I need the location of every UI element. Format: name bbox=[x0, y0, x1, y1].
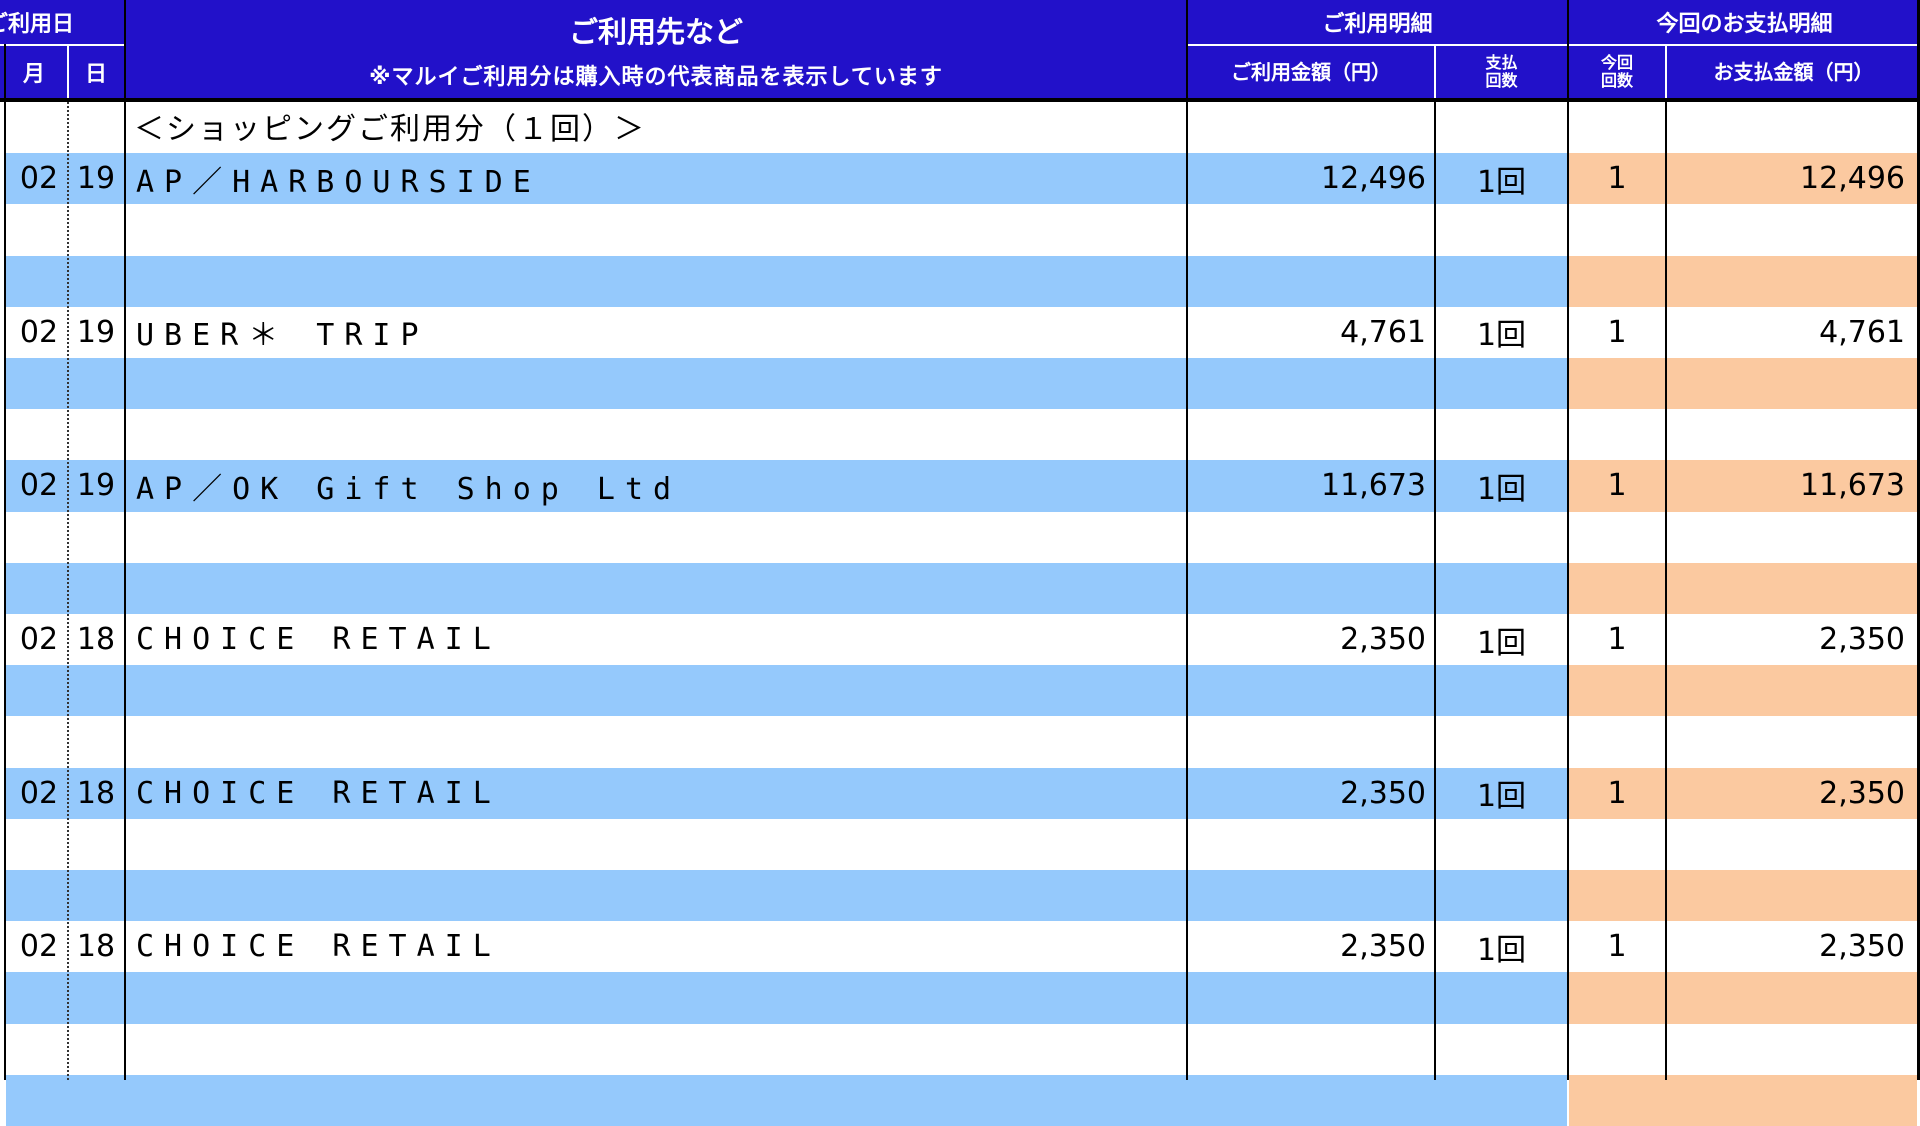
amount-cell: 4,761 bbox=[1340, 314, 1426, 350]
month-cell: 02 bbox=[19, 622, 59, 658]
header-this-count-line1: 今回 bbox=[1600, 53, 1633, 72]
header-usage-amount-label: ご利用金額（円） bbox=[1231, 60, 1391, 84]
header-separator bbox=[1569, 44, 1920, 46]
column-rule-this-count bbox=[1665, 102, 1667, 1080]
count-cell: 1 bbox=[1607, 161, 1627, 197]
count-cell: 1 bbox=[1607, 314, 1627, 350]
header-day-label: 日 bbox=[84, 62, 107, 87]
merchant-cell: AP／HARBOURSIDE bbox=[136, 164, 541, 200]
header-date-group: ご利用日 bbox=[0, 0, 124, 44]
month-cell: 02 bbox=[19, 468, 59, 504]
header-separator bbox=[1665, 46, 1667, 98]
header-month: 月 bbox=[0, 46, 68, 98]
row-band-orange bbox=[1569, 255, 1917, 307]
header-merchant-title: ご利用先など bbox=[568, 15, 743, 49]
header-payment-amount: お支払金額（円） bbox=[1667, 46, 1920, 98]
day-cell: 18 bbox=[76, 929, 116, 965]
merchant-cell: UBER＊ TRIP bbox=[136, 318, 429, 354]
column-rule-month-day bbox=[67, 102, 69, 1080]
installments-cell: 1回 bbox=[1476, 625, 1527, 661]
header-usage-group-label: ご利用明細 bbox=[1322, 12, 1433, 37]
count-cell: 1 bbox=[1607, 622, 1627, 658]
row-band-blue bbox=[6, 665, 1567, 717]
header-installments-line2: 回数 bbox=[1485, 71, 1518, 90]
row-band-orange bbox=[1569, 562, 1917, 614]
row-band-orange bbox=[1569, 1074, 1917, 1126]
header-separator bbox=[1188, 44, 1567, 46]
row-band-blue bbox=[6, 358, 1567, 410]
merchant-cell: AP／OK Gift Shop Ltd bbox=[136, 471, 682, 507]
row-band-orange bbox=[1569, 972, 1917, 1024]
header-usage-amount: ご利用金額（円） bbox=[1188, 46, 1434, 98]
column-rule-installments bbox=[1434, 102, 1436, 1080]
header-installments-line1: 支払 bbox=[1485, 53, 1518, 72]
header-month-label: 月 bbox=[22, 62, 45, 87]
day-cell: 19 bbox=[76, 314, 116, 350]
count-cell: 1 bbox=[1607, 775, 1627, 811]
payment-cell: 2,350 bbox=[1819, 775, 1905, 811]
day-cell: 18 bbox=[76, 775, 116, 811]
row-band-blue bbox=[6, 870, 1567, 922]
column-rule-merchant bbox=[124, 0, 126, 1080]
row-band-blue bbox=[6, 972, 1567, 1024]
row-band-orange bbox=[1569, 665, 1917, 717]
header-merchant-note: ※マルイご利用分は購入時の代表商品を表示しています bbox=[369, 65, 943, 90]
amount-cell: 11,673 bbox=[1321, 468, 1426, 504]
row-band-orange bbox=[1569, 870, 1917, 922]
statement-table: ご利用日 月 日 ご利用先など ※マルイご利用分は購入時の代表商品を表示していま… bbox=[0, 0, 1920, 1126]
header-this-count: 今回 回数 bbox=[1569, 46, 1665, 98]
payment-cell: 2,350 bbox=[1819, 929, 1905, 965]
month-cell: 02 bbox=[19, 314, 59, 350]
month-cell: 02 bbox=[19, 161, 59, 197]
merchant-cell: CHOICE RETAIL bbox=[136, 929, 501, 965]
header-separator bbox=[1434, 46, 1436, 98]
header-day: 日 bbox=[68, 46, 124, 98]
header-separator bbox=[0, 44, 124, 46]
day-cell: 19 bbox=[76, 468, 116, 504]
installments-cell: 1回 bbox=[1476, 164, 1527, 200]
count-cell: 1 bbox=[1607, 929, 1627, 965]
header-installments: 支払 回数 bbox=[1436, 46, 1567, 98]
month-cell: 02 bbox=[19, 929, 59, 965]
installments-cell: 1回 bbox=[1476, 471, 1527, 507]
header-payment-amount-label: お支払金額（円） bbox=[1713, 60, 1874, 84]
amount-cell: 2,350 bbox=[1340, 775, 1426, 811]
count-cell: 1 bbox=[1607, 468, 1627, 504]
merchant-cell: CHOICE RETAIL bbox=[136, 622, 501, 658]
column-rule-payment-group bbox=[1567, 0, 1569, 1080]
day-cell: 18 bbox=[76, 622, 116, 658]
day-cell: 19 bbox=[76, 161, 116, 197]
payment-cell: 4,761 bbox=[1819, 314, 1905, 350]
payment-cell: 11,673 bbox=[1800, 468, 1905, 504]
row-band-orange bbox=[1569, 358, 1917, 410]
column-rule-left bbox=[4, 44, 6, 1080]
column-rule-amount bbox=[1186, 0, 1188, 1080]
installments-cell: 1回 bbox=[1476, 779, 1527, 815]
header-merchant: ご利用先など ※マルイご利用分は購入時の代表商品を表示しています bbox=[126, 0, 1186, 98]
installments-cell: 1回 bbox=[1476, 318, 1527, 354]
row-band-blue bbox=[6, 255, 1567, 307]
row-band-blue bbox=[6, 562, 1567, 614]
payment-cell: 12,496 bbox=[1800, 161, 1905, 197]
month-cell: 02 bbox=[19, 775, 59, 811]
header-payment-group: 今回のお支払明細 bbox=[1569, 0, 1920, 44]
payment-cell: 2,350 bbox=[1819, 622, 1905, 658]
header-date-group-label: ご利用日 bbox=[0, 12, 75, 37]
merchant-cell: CHOICE RETAIL bbox=[136, 775, 501, 811]
section-label: ＜ショッピングご利用分（１回）＞ bbox=[134, 112, 646, 147]
header-separator bbox=[67, 46, 69, 98]
amount-cell: 12,496 bbox=[1321, 161, 1426, 197]
header-usage-group: ご利用明細 bbox=[1188, 0, 1567, 44]
amount-cell: 2,350 bbox=[1340, 929, 1426, 965]
header-payment-group-label: 今回のお支払明細 bbox=[1656, 12, 1833, 37]
amount-cell: 2,350 bbox=[1340, 622, 1426, 658]
installments-cell: 1回 bbox=[1476, 932, 1527, 968]
header-this-count-line2: 回数 bbox=[1600, 71, 1633, 90]
row-band-blue bbox=[6, 1074, 1567, 1126]
